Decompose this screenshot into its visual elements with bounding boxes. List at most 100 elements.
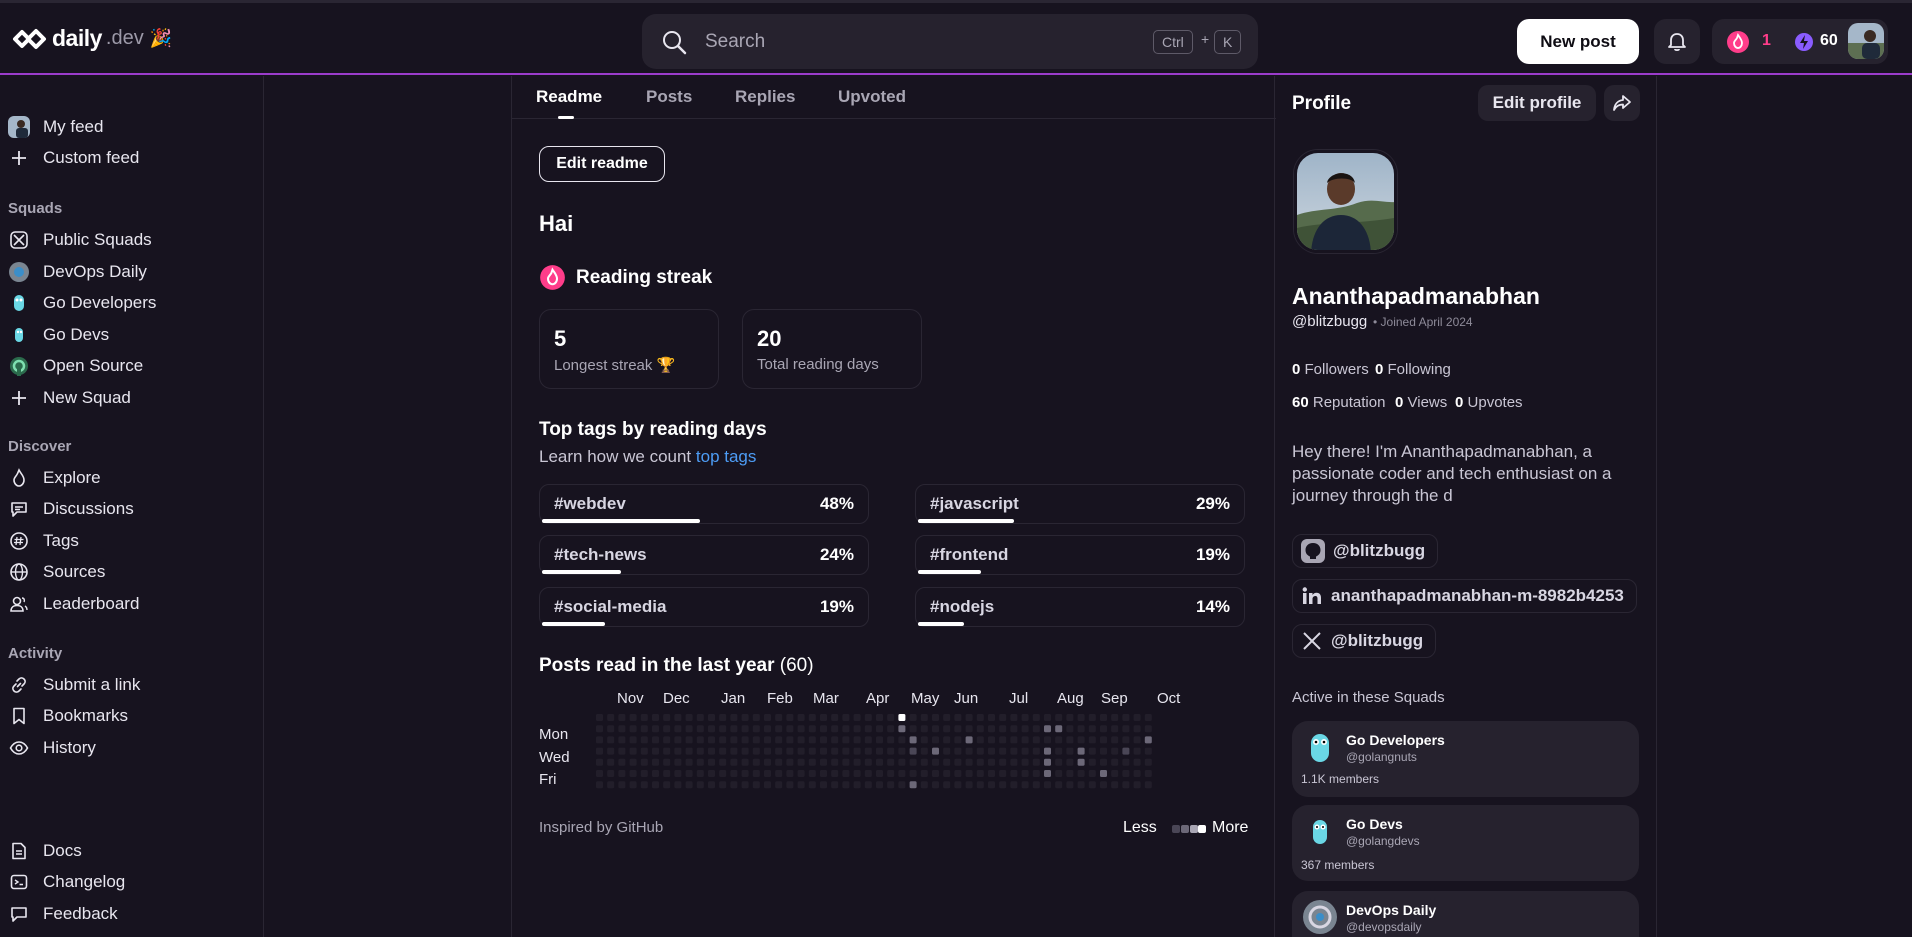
devops-daily-squad-icon [8, 261, 30, 283]
sidebar-item-feedback[interactable]: Feedback [8, 901, 118, 927]
heatmap-cell [730, 758, 738, 766]
edit-readme-button[interactable]: Edit readme [539, 146, 665, 182]
heatmap-cell [988, 770, 995, 777]
heatmap-cell [920, 714, 928, 721]
heatmap-cell [932, 770, 939, 777]
heatmap-cell [663, 714, 671, 721]
sidebar-item-label: Leaderboard [43, 594, 140, 613]
heatmap-cell [853, 747, 861, 755]
squad-name: Go Devs [1346, 816, 1403, 832]
sidebar-item-custom-feed[interactable]: Custom feed [8, 145, 139, 171]
tag-progress-bar [918, 519, 1014, 523]
tab-replies[interactable]: Replies [735, 87, 795, 107]
page-scrollbar[interactable] [1898, 76, 1912, 937]
heatmap-cell [808, 770, 816, 777]
heatmap-cell [652, 714, 659, 721]
heatmap-cell [797, 758, 805, 766]
sidebar-item-docs[interactable]: Docs [8, 838, 82, 864]
tab-upvoted[interactable]: Upvoted [838, 87, 906, 107]
squad-card[interactable]: DevOps Daily @devopsdaily [1292, 891, 1639, 937]
sidebar-item-discussions[interactable]: Discussions [8, 496, 134, 522]
heatmap-cell [954, 747, 962, 755]
heatmap-cell [674, 758, 682, 766]
daily-dev-logo[interactable]: daily .dev 🎉 [12, 25, 172, 52]
tab-posts[interactable]: Posts [646, 87, 692, 107]
following-stat[interactable]: 0 Following [1375, 361, 1451, 378]
heatmap-cell [741, 770, 749, 777]
heatmap-cell [976, 747, 984, 755]
heatmap-cell [1077, 747, 1085, 755]
reputation-bolt-icon [1795, 33, 1813, 51]
sidebar-item-changelog[interactable]: Changelog [8, 869, 125, 895]
sidebar-item-go-devs[interactable]: Go Devs [8, 322, 109, 348]
heatmap-cell [652, 725, 659, 733]
twitter-link[interactable]: @blitzbugg [1292, 624, 1437, 658]
heatmap-cell [1077, 736, 1085, 744]
search-bar[interactable]: Search Ctrl + K [642, 14, 1258, 69]
month-label: Sep [1101, 690, 1128, 707]
heatmap-cell [1122, 714, 1130, 721]
followers-value: 0 [1292, 361, 1301, 378]
linkedin-link[interactable]: ananthapadmanabhan-m-8982b4253 [1292, 579, 1637, 613]
sidebar-item-tags[interactable]: Tags [8, 528, 79, 554]
tag-card[interactable]: #frontend 19% [915, 535, 1245, 575]
heatmap-cell [685, 736, 693, 744]
tab-readme[interactable]: Readme [536, 87, 602, 107]
heatmap-cell [719, 736, 727, 744]
heatmap-cell [864, 758, 872, 766]
heatmap-cell [696, 758, 704, 766]
heatmap-cell [1144, 747, 1152, 755]
github-handle: @blitzbugg [1333, 541, 1426, 560]
squad-card[interactable]: Go Developers @golangnuts 1.1K members [1292, 721, 1639, 797]
share-profile-button[interactable] [1604, 85, 1640, 121]
tag-card[interactable]: #tech-news 24% [539, 535, 869, 575]
heatmap-cell [1122, 725, 1130, 733]
sidebar-item-explore[interactable]: Explore [8, 465, 101, 491]
sidebar-item-bookmarks[interactable]: Bookmarks [8, 703, 128, 729]
sidebar-item-public-squads[interactable]: Public Squads [8, 227, 152, 253]
heatmap-cell [696, 747, 704, 755]
github-link[interactable]: @blitzbugg [1292, 534, 1439, 568]
tag-card[interactable]: #nodejs 14% [915, 587, 1245, 627]
sidebar-item-new-squad[interactable]: New Squad [8, 385, 131, 411]
heatmap-cell [999, 747, 1007, 755]
heatmap-cell [1144, 770, 1152, 777]
heatmap-cell [596, 758, 603, 766]
user-avatar[interactable] [1848, 23, 1884, 59]
user-stats-button[interactable]: 1 60 [1712, 19, 1888, 64]
logo-suffix: .dev [105, 27, 144, 49]
reputation-count: 60 [1820, 32, 1838, 49]
tag-progress-bar [918, 622, 964, 626]
sidebar-item-devops-daily[interactable]: DevOps Daily [8, 259, 147, 285]
heatmap-cell [1032, 758, 1040, 766]
heatmap-cell [674, 714, 682, 721]
heatmap-cell [607, 736, 615, 744]
squad-card[interactable]: Go Devs @golangdevs 367 members [1292, 805, 1639, 881]
edit-profile-button[interactable]: Edit profile [1478, 85, 1596, 121]
heatmap-cell [820, 758, 827, 766]
sidebar-item-my-feed[interactable]: My feed [8, 114, 103, 140]
sidebar-item-open-source[interactable]: Open Source [8, 353, 143, 379]
tag-card[interactable]: #javascript 29% [915, 484, 1245, 524]
sidebar-item-go-developers[interactable]: Go Developers [8, 290, 156, 316]
heatmap-cell [842, 714, 850, 721]
tag-card[interactable]: #webdev 48% [539, 484, 869, 524]
sidebar-item-leaderboard[interactable]: Leaderboard [8, 591, 139, 617]
top-tags-link[interactable]: top tags [696, 447, 757, 466]
sidebar-item-sources[interactable]: Sources [8, 559, 105, 585]
heatmap-cell [719, 770, 727, 777]
new-post-button[interactable]: New post [1517, 19, 1639, 64]
followers-stat[interactable]: 0 Followers [1292, 361, 1369, 378]
sidebar-item-history[interactable]: History [8, 735, 96, 761]
notifications-button[interactable] [1654, 19, 1700, 64]
tag-card[interactable]: #social-media 19% [539, 587, 869, 627]
heatmap-cell [685, 770, 693, 777]
heatmap-cell [820, 770, 827, 777]
heatmap-cell [808, 758, 816, 766]
heatmap-cell [1010, 736, 1018, 744]
sidebar-item-submit-link[interactable]: Submit a link [8, 672, 140, 698]
heatmap-cell [943, 781, 951, 789]
views-stat: 0 Views [1395, 394, 1447, 411]
readme-content: Hai [539, 211, 574, 236]
sidebar-item-label: Explore [43, 468, 101, 487]
